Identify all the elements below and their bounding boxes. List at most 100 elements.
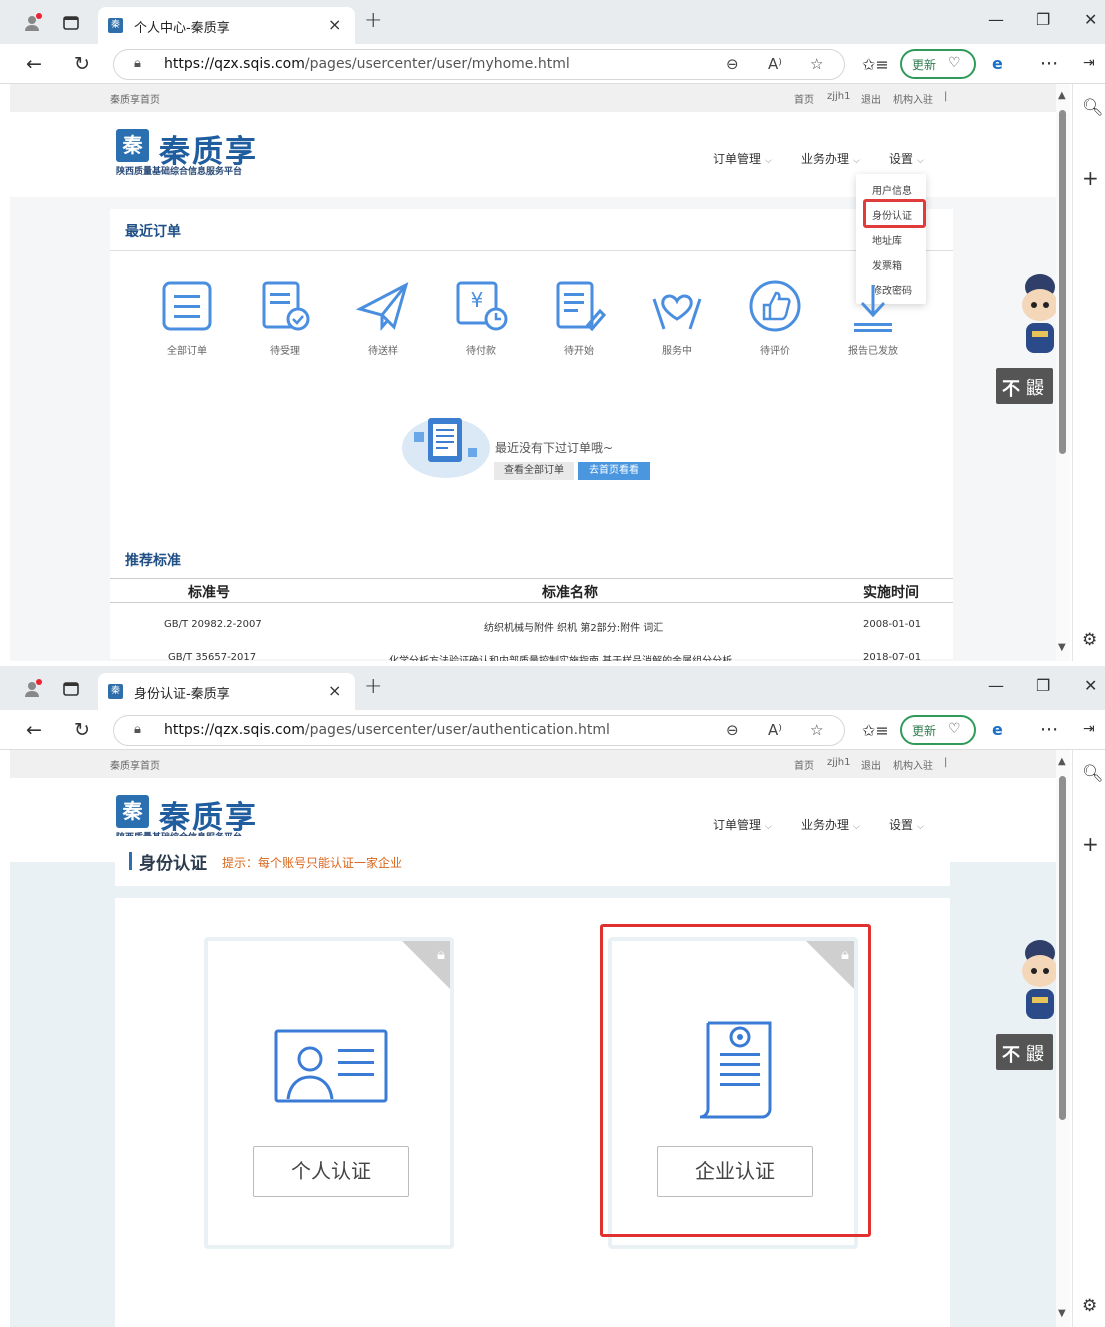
refresh-icon[interactable]: ↻	[74, 53, 90, 75]
site-home-link[interactable]: 秦质享首页	[110, 757, 160, 772]
update-button[interactable]: 更新 ♡	[900, 715, 976, 745]
scroll-thumb[interactable]	[1059, 110, 1066, 454]
search-icon[interactable]: 🔍︎	[1082, 98, 1104, 118]
personal-auth-card[interactable]: 🔒︎ 个人认证	[204, 937, 454, 1249]
url-input[interactable]: 🔒︎ https://qzx.sqis.com/pages/usercenter…	[113, 49, 845, 80]
order-status-7[interactable]	[838, 279, 908, 333]
top-link-join[interactable]: 机构入驻	[893, 757, 933, 772]
top-link-user[interactable]: zjjh1	[827, 757, 851, 768]
mascot-image[interactable]	[1012, 269, 1056, 359]
back-to-top-icon: 不	[1002, 1045, 1020, 1066]
new-tab-icon[interactable]: +	[364, 8, 382, 33]
add-icon[interactable]: +	[1082, 832, 1099, 856]
top-link-logout[interactable]: 退出	[861, 91, 881, 106]
logo-mark[interactable]: 秦	[116, 129, 149, 162]
profile-icon[interactable]	[22, 12, 44, 34]
favorite-star-icon[interactable]: ☆	[810, 721, 823, 739]
personal-auth-button[interactable]: 个人认证	[253, 1146, 409, 1197]
table-cell[interactable]: 纺织机械与附件 织机 第2部分:附件 词汇	[484, 619, 663, 634]
nav-settings[interactable]: 设置 ⌵	[889, 150, 924, 167]
page-viewport: 秦质享首页 首页 zjjh1 退出 机构入驻 | 秦 秦质享 陕西质量基础综合信…	[10, 750, 1056, 1327]
add-icon[interactable]: +	[1082, 166, 1099, 190]
ie-mode-icon[interactable]: e	[992, 720, 1003, 739]
tab-actions-icon[interactable]	[60, 12, 82, 34]
search-icon[interactable]: 🔍︎	[1082, 764, 1104, 784]
nav-orders[interactable]: 订单管理 ⌵	[713, 816, 772, 833]
zoom-icon[interactable]: ⊖	[726, 55, 739, 73]
minimize-icon[interactable]: —	[988, 10, 1004, 29]
sidebar-toggle-icon[interactable]: ⇥	[1083, 721, 1095, 737]
tab-close-icon[interactable]: ×	[328, 15, 341, 34]
top-link-home[interactable]: 首页	[794, 757, 814, 772]
vertical-scrollbar[interactable]: ▲ ▼	[1056, 750, 1070, 1327]
tab-actions-icon[interactable]	[60, 678, 82, 700]
favorite-star-icon[interactable]: ☆	[810, 55, 823, 73]
gear-icon[interactable]: ⚙	[1082, 1296, 1097, 1316]
vertical-scrollbar[interactable]: ▲ ▼	[1056, 84, 1070, 661]
url-input[interactable]: 🔒︎ https://qzx.sqis.com/pages/usercenter…	[113, 715, 845, 746]
close-window-icon[interactable]: ✕	[1084, 10, 1097, 29]
order-status-6[interactable]	[740, 279, 810, 333]
table-header-line	[110, 602, 953, 603]
zoom-icon[interactable]: ⊖	[726, 721, 739, 739]
profile-icon[interactable]	[22, 678, 44, 700]
back-icon[interactable]: ←	[26, 53, 42, 75]
refresh-icon[interactable]: ↻	[74, 719, 90, 741]
favorites-icon[interactable]: ✩≡	[862, 55, 889, 74]
sidebar-toggle-icon[interactable]: ⇥	[1083, 55, 1095, 71]
back-to-top-button[interactable]: 不 鼹	[996, 368, 1053, 404]
qr-code-icon[interactable]: 鼹	[1026, 1040, 1044, 1066]
order-status-2[interactable]	[348, 279, 418, 333]
scroll-thumb[interactable]	[1059, 776, 1066, 1120]
nav-business[interactable]: 业务办理 ⌵	[801, 150, 860, 167]
order-status-5[interactable]	[642, 279, 712, 333]
top-link-join[interactable]: 机构入驻	[893, 91, 933, 106]
view-all-orders-button[interactable]: 查看全部订单	[494, 462, 574, 480]
update-button[interactable]: 更新 ♡	[900, 49, 976, 79]
top-link-user[interactable]: zjjh1	[827, 91, 851, 102]
menu-item-invoice[interactable]: 发票箱	[872, 257, 902, 272]
table-cell[interactable]: 化学分析方法验证确认和内部质量控制实施指南 基于样品消解的金属组分分析	[389, 652, 732, 661]
nav-orders[interactable]: 订单管理 ⌵	[713, 150, 772, 167]
table-cell[interactable]: GB/T 20982.2-2007	[164, 619, 262, 630]
tab-close-icon[interactable]: ×	[328, 681, 341, 700]
more-icon[interactable]: ···	[1040, 719, 1058, 741]
tab-active[interactable]: 秦 身份认证-秦质享 ×	[98, 673, 355, 710]
ie-mode-icon[interactable]: e	[992, 54, 1003, 73]
order-status-0[interactable]	[152, 279, 222, 333]
site-home-link[interactable]: 秦质享首页	[110, 91, 160, 106]
order-status-4[interactable]	[544, 279, 614, 333]
gear-icon[interactable]: ⚙	[1082, 630, 1097, 650]
close-window-icon[interactable]: ✕	[1084, 676, 1097, 695]
table-cell[interactable]: GB/T 35657-2017	[168, 652, 256, 661]
page-viewport: 秦质享首页 首页 zjjh1 退出 机构入驻 | 秦 秦质享 陕西质量基础综合信…	[10, 84, 1056, 661]
new-tab-icon[interactable]: +	[364, 674, 382, 699]
read-aloud-icon[interactable]: A⁾	[768, 55, 782, 73]
restore-icon[interactable]: ❐	[1036, 676, 1050, 695]
qr-code-icon[interactable]: 鼹	[1026, 374, 1044, 400]
nav-settings[interactable]: 设置 ⌵	[889, 816, 924, 833]
restore-icon[interactable]: ❐	[1036, 10, 1050, 29]
favorites-icon[interactable]: ✩≡	[862, 721, 889, 740]
order-status-3[interactable]: ¥	[446, 279, 516, 333]
back-icon[interactable]: ←	[26, 719, 42, 741]
back-to-top-button[interactable]: 不 鼹	[996, 1034, 1053, 1070]
menu-item-user-info[interactable]: 用户信息	[872, 182, 912, 197]
auth-tip: 提示：每个账号只能认证一家企业	[222, 856, 403, 870]
minimize-icon[interactable]: —	[988, 676, 1004, 695]
address-bar: ← ↻ 🔒︎ https://qzx.sqis.com/pages/userce…	[0, 44, 1105, 84]
mascot-image[interactable]	[1012, 935, 1056, 1025]
title-accent-bar	[129, 852, 132, 870]
nav-business[interactable]: 业务办理 ⌵	[801, 816, 860, 833]
orders-card: 最近订单	[110, 209, 953, 659]
top-link-logout[interactable]: 退出	[861, 757, 881, 772]
order-pending-pay-icon: ¥	[454, 279, 508, 333]
logo-mark[interactable]: 秦	[116, 795, 149, 828]
read-aloud-icon[interactable]: A⁾	[768, 721, 782, 739]
tab-active[interactable]: 秦 个人中心-秦质享 ×	[98, 7, 355, 44]
top-link-home[interactable]: 首页	[794, 91, 814, 106]
more-icon[interactable]: ···	[1040, 53, 1058, 75]
menu-item-address[interactable]: 地址库	[872, 232, 902, 247]
order-status-1[interactable]	[250, 279, 320, 333]
go-home-button[interactable]: 去首页看看	[578, 462, 650, 480]
